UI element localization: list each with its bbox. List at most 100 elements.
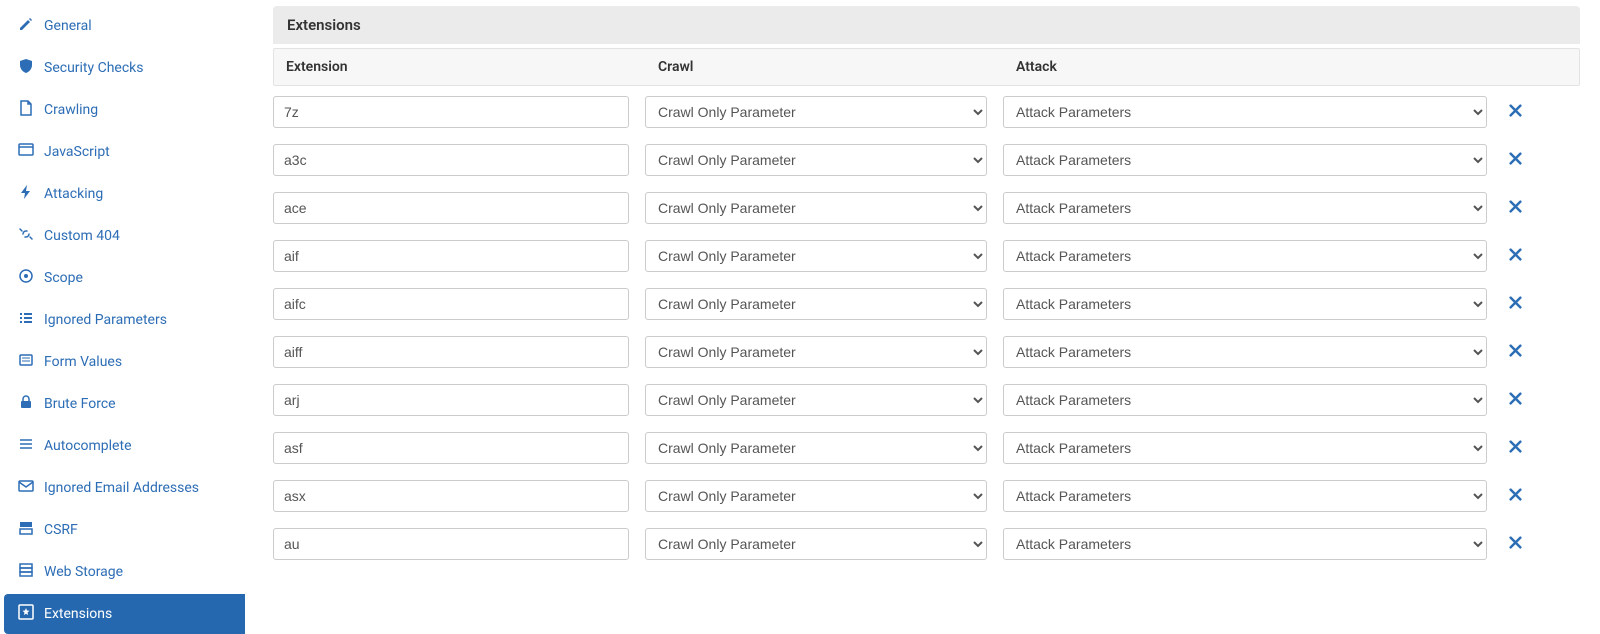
sidebar-item-label: Web Storage	[44, 564, 123, 580]
sidebar-item-label: Extensions	[44, 606, 112, 622]
attack-select[interactable]: Attack Parameters	[1003, 144, 1487, 176]
table-row: Crawl Only Parameter Attack Parameters	[273, 528, 1580, 560]
sidebar-item-web-storage[interactable]: Web Storage	[4, 552, 245, 592]
extension-input[interactable]	[273, 384, 629, 416]
table-row: Crawl Only Parameter Attack Parameters	[273, 144, 1580, 176]
remove-row-button[interactable]	[1503, 244, 1527, 268]
crawl-select[interactable]: Crawl Only Parameter	[645, 528, 987, 560]
sidebar-item-label: Brute Force	[44, 396, 116, 412]
lock-icon	[18, 394, 34, 414]
page-title: Extensions	[273, 6, 1580, 44]
extension-input[interactable]	[273, 240, 629, 272]
extension-input[interactable]	[273, 336, 629, 368]
remove-row-button[interactable]	[1503, 340, 1527, 364]
sidebar-item-general[interactable]: General	[4, 6, 245, 46]
sidebar-item-autocomplete[interactable]: Autocomplete	[4, 426, 245, 466]
extension-input[interactable]	[273, 288, 629, 320]
extension-input[interactable]	[273, 144, 629, 176]
sidebar-item-ignored-params[interactable]: Ignored Parameters	[4, 300, 245, 340]
crawl-select[interactable]: Crawl Only Parameter	[645, 192, 987, 224]
remove-row-button[interactable]	[1503, 100, 1527, 124]
attack-select[interactable]: Attack Parameters	[1003, 528, 1487, 560]
crawl-select[interactable]: Crawl Only Parameter	[645, 288, 987, 320]
attack-select[interactable]: Attack Parameters	[1003, 96, 1487, 128]
close-icon	[1509, 296, 1522, 313]
sidebar-item-label: Ignored Email Addresses	[44, 480, 199, 496]
table-row: Crawl Only Parameter Attack Parameters	[273, 96, 1580, 128]
form-icon	[18, 352, 34, 372]
extension-input[interactable]	[273, 528, 629, 560]
close-icon	[1509, 344, 1522, 361]
table-header: Extension Crawl Attack	[273, 48, 1580, 86]
remove-row-button[interactable]	[1503, 484, 1527, 508]
table-row: Crawl Only Parameter Attack Parameters	[273, 432, 1580, 464]
remove-row-button[interactable]	[1503, 532, 1527, 556]
extension-input[interactable]	[273, 480, 629, 512]
crawl-select[interactable]: Crawl Only Parameter	[645, 96, 987, 128]
sidebar-item-extensions[interactable]: Extensions	[4, 594, 245, 634]
attack-select[interactable]: Attack Parameters	[1003, 384, 1487, 416]
sidebar-item-label: Attacking	[44, 186, 103, 202]
sidebar-item-brute-force[interactable]: Brute Force	[4, 384, 245, 424]
attack-select[interactable]: Attack Parameters	[1003, 288, 1487, 320]
crawl-select[interactable]: Crawl Only Parameter	[645, 336, 987, 368]
table-row: Crawl Only Parameter Attack Parameters	[273, 384, 1580, 416]
storage-icon	[18, 562, 34, 582]
extension-input[interactable]	[273, 96, 629, 128]
sidebar-item-label: Security Checks	[44, 60, 144, 76]
crawl-select[interactable]: Crawl Only Parameter	[645, 240, 987, 272]
file-icon	[18, 100, 34, 120]
sidebar-item-label: Crawling	[44, 102, 98, 118]
sidebar-item-form-values[interactable]: Form Values	[4, 342, 245, 382]
crawl-select[interactable]: Crawl Only Parameter	[645, 384, 987, 416]
sidebar-item-custom404[interactable]: Custom 404	[4, 216, 245, 256]
remove-row-button[interactable]	[1503, 436, 1527, 460]
col-header-extension: Extension	[286, 59, 658, 75]
sidebar-item-crawling[interactable]: Crawling	[4, 90, 245, 130]
crawl-select[interactable]: Crawl Only Parameter	[645, 432, 987, 464]
link-broken-icon	[18, 226, 34, 246]
attack-select[interactable]: Attack Parameters	[1003, 192, 1487, 224]
attack-select[interactable]: Attack Parameters	[1003, 480, 1487, 512]
crawl-select[interactable]: Crawl Only Parameter	[645, 480, 987, 512]
remove-row-button[interactable]	[1503, 388, 1527, 412]
attack-select[interactable]: Attack Parameters	[1003, 240, 1487, 272]
sidebar-item-label: Ignored Parameters	[44, 312, 167, 328]
extension-input[interactable]	[273, 432, 629, 464]
close-icon	[1509, 440, 1522, 457]
sidebar-item-security[interactable]: Security Checks	[4, 48, 245, 88]
sidebar-item-label: General	[44, 18, 92, 34]
sidebar-item-csrf[interactable]: CSRF	[4, 510, 245, 550]
close-icon	[1509, 104, 1522, 121]
sidebar-item-label: Form Values	[44, 354, 122, 370]
remove-row-button[interactable]	[1503, 148, 1527, 172]
sidebar-item-label: JavaScript	[44, 144, 110, 160]
sidebar-item-javascript[interactable]: JavaScript	[4, 132, 245, 172]
shield-icon	[18, 58, 34, 78]
close-icon	[1509, 392, 1522, 409]
sidebar-item-attacking[interactable]: Attacking	[4, 174, 245, 214]
main-content: Extensions Extension Crawl Attack Crawl …	[245, 0, 1600, 580]
col-header-crawl: Crawl	[658, 59, 1016, 75]
sidebar: General Security Checks Crawling JavaScript…	[0, 0, 245, 580]
remove-row-button[interactable]	[1503, 292, 1527, 316]
attack-select[interactable]: Attack Parameters	[1003, 336, 1487, 368]
table-row: Crawl Only Parameter Attack Parameters	[273, 480, 1580, 512]
mail-icon	[18, 478, 34, 498]
sidebar-item-scope[interactable]: Scope	[4, 258, 245, 298]
table-row: Crawl Only Parameter Attack Parameters	[273, 192, 1580, 224]
sidebar-item-ignored-emails[interactable]: Ignored Email Addresses	[4, 468, 245, 508]
extension-input[interactable]	[273, 192, 629, 224]
edit-icon	[18, 16, 34, 36]
close-icon	[1509, 536, 1522, 553]
close-icon	[1509, 200, 1522, 217]
sidebar-item-label: Custom 404	[44, 228, 120, 244]
close-icon	[1509, 248, 1522, 265]
col-header-attack: Attack	[1016, 59, 1567, 75]
rows-container: Crawl Only ParameterAttack ParametersCra…	[273, 96, 1580, 560]
remove-row-button[interactable]	[1503, 196, 1527, 220]
crawl-select[interactable]: Crawl Only Parameter	[645, 144, 987, 176]
attack-select[interactable]: Attack Parameters	[1003, 432, 1487, 464]
lines-icon	[18, 436, 34, 456]
table-row: Crawl Only Parameter Attack Parameters	[273, 336, 1580, 368]
